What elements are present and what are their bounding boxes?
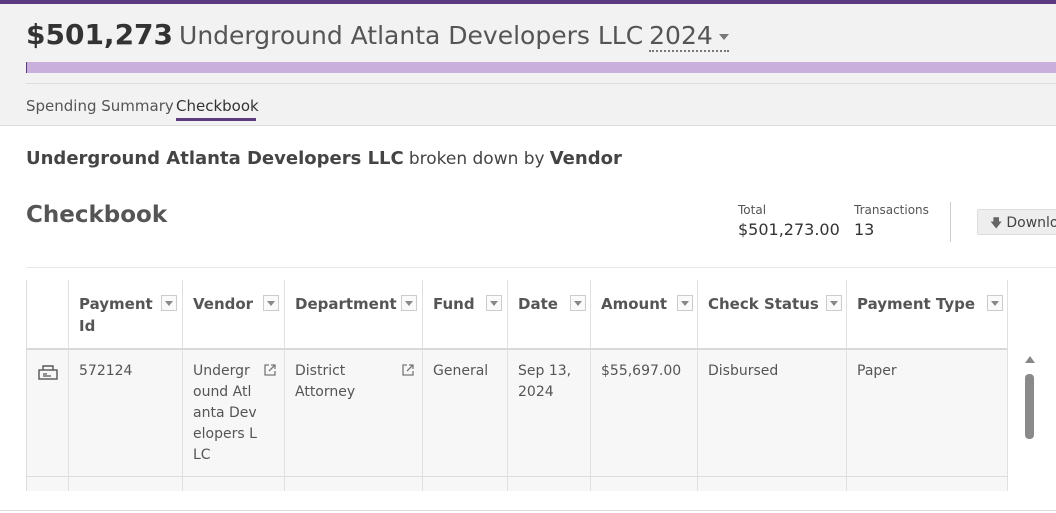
header-payment-type[interactable]: Payment Type bbox=[847, 280, 1008, 350]
cell-fund: General bbox=[423, 350, 508, 476]
scrollbar-thumb[interactable] bbox=[1025, 374, 1034, 439]
cell-department bbox=[285, 477, 423, 491]
row-select-cell[interactable] bbox=[27, 477, 69, 491]
breakdown-connector: broken down by bbox=[408, 149, 545, 169]
vendor-link[interactable]: Underground Atlanta Developers LLC bbox=[193, 361, 257, 466]
filter-icon[interactable] bbox=[161, 295, 177, 311]
stat-divider bbox=[950, 202, 951, 242]
tab-checkbook[interactable]: Checkbook bbox=[176, 97, 259, 115]
title-amount: $501,273 bbox=[26, 18, 174, 51]
cell-check-status bbox=[698, 477, 847, 491]
amount-value: $55,697.00 bbox=[601, 363, 682, 379]
table-header: Payment Id Vendor Department Fund Date A… bbox=[27, 280, 1008, 350]
year-value: 2024 bbox=[649, 21, 713, 50]
header-label-department: Department bbox=[295, 295, 397, 313]
filter-icon[interactable] bbox=[401, 295, 417, 311]
cell-payment-id: 572124 bbox=[69, 350, 183, 476]
cell-vendor[interactable]: Underground Atlanta Developers LLC bbox=[183, 350, 285, 476]
row-select-cell[interactable] bbox=[27, 350, 69, 476]
download-arrow-icon: 🡇 bbox=[990, 216, 1003, 230]
fund-value: General bbox=[433, 363, 489, 379]
stat-total: Total $501,273.00 bbox=[738, 203, 840, 239]
breakdown-entity: Underground Atlanta Developers LLC bbox=[26, 148, 404, 169]
cell-payment-type: Paper bbox=[847, 350, 1008, 476]
caret-down-icon bbox=[718, 34, 729, 40]
bottom-divider bbox=[0, 510, 1056, 511]
header-label-amount: Amount bbox=[601, 295, 668, 313]
total-value: $501,273.00 bbox=[738, 220, 840, 239]
cell-check-status: Disbursed bbox=[698, 350, 847, 476]
cell-date bbox=[508, 477, 591, 491]
header-vendor[interactable]: Vendor bbox=[183, 280, 285, 350]
header-divider bbox=[26, 83, 1056, 84]
cell-payment-type bbox=[847, 477, 1008, 491]
date-value: Sep 13, 2024 bbox=[518, 363, 572, 400]
header-label-payment-id: Payment Id bbox=[79, 295, 153, 335]
header-label-payment-type: Payment Type bbox=[857, 295, 976, 313]
external-link-icon[interactable] bbox=[401, 363, 415, 377]
cell-payment-id bbox=[69, 477, 183, 491]
cell-date: Sep 13, 2024 bbox=[508, 350, 591, 476]
table-row[interactable] bbox=[27, 477, 1008, 491]
cell-department[interactable]: District Attorney bbox=[285, 350, 423, 476]
filter-icon[interactable] bbox=[486, 295, 502, 311]
active-tab-indicator bbox=[176, 118, 256, 121]
header-select-column bbox=[27, 280, 69, 350]
header-check-status[interactable]: Check Status bbox=[698, 280, 847, 350]
page-title: $501,273 Underground Atlanta Developers L… bbox=[26, 18, 729, 52]
header-payment-id[interactable]: Payment Id bbox=[69, 280, 183, 350]
cell-vendor bbox=[183, 477, 285, 491]
scroll-up-icon[interactable] bbox=[1025, 356, 1035, 363]
filter-icon[interactable] bbox=[987, 295, 1003, 311]
total-label: Total bbox=[738, 203, 767, 217]
transactions-value: 13 bbox=[854, 220, 875, 239]
breakdown-dimension: Vendor bbox=[549, 148, 622, 169]
filter-icon[interactable] bbox=[677, 295, 693, 311]
breakdown-heading: Underground Atlanta Developers LLC broke… bbox=[26, 148, 622, 169]
header-label-vendor: Vendor bbox=[193, 295, 254, 313]
section-separator bbox=[26, 267, 1056, 268]
spending-progress-bar bbox=[26, 62, 1056, 73]
download-label: Download bbox=[1006, 215, 1056, 231]
filter-icon[interactable] bbox=[826, 295, 842, 311]
filter-icon[interactable] bbox=[570, 295, 586, 311]
payment-type-value: Paper bbox=[857, 363, 897, 379]
title-entity: Underground Atlanta Developers LLC bbox=[179, 21, 644, 50]
cell-amount: $55,697.00 bbox=[591, 350, 698, 476]
header-label-fund: Fund bbox=[433, 295, 475, 313]
section-title: Checkbook bbox=[26, 202, 168, 228]
payment-id-value: 572124 bbox=[79, 363, 133, 379]
header-department[interactable]: Department bbox=[285, 280, 423, 350]
filter-icon[interactable] bbox=[263, 295, 279, 311]
year-selector[interactable]: 2024 bbox=[649, 21, 729, 52]
transactions-label: Transactions bbox=[854, 203, 929, 217]
table-scrollbar[interactable] bbox=[1024, 356, 1036, 486]
cell-fund bbox=[423, 477, 508, 491]
checkbook-table: Payment Id Vendor Department Fund Date A… bbox=[26, 280, 1008, 491]
table-row[interactable]: 572124 Underground Atlanta Developers LL… bbox=[27, 350, 1008, 477]
header-amount[interactable]: Amount bbox=[591, 280, 698, 350]
department-link[interactable]: District Attorney bbox=[295, 361, 385, 403]
check-status-value: Disbursed bbox=[708, 363, 779, 379]
header-fund[interactable]: Fund bbox=[423, 280, 508, 350]
download-button[interactable]: 🡇Download bbox=[977, 209, 1056, 235]
header-label-check-status: Check Status bbox=[708, 295, 819, 313]
cell-amount bbox=[591, 477, 698, 491]
header-date[interactable]: Date bbox=[508, 280, 591, 350]
tab-spending-summary[interactable]: Spending Summary bbox=[26, 97, 174, 115]
external-link-icon[interactable] bbox=[263, 363, 277, 377]
stat-transactions: Transactions 13 bbox=[854, 203, 929, 239]
check-icon[interactable] bbox=[37, 363, 59, 381]
header-label-date: Date bbox=[518, 295, 558, 313]
